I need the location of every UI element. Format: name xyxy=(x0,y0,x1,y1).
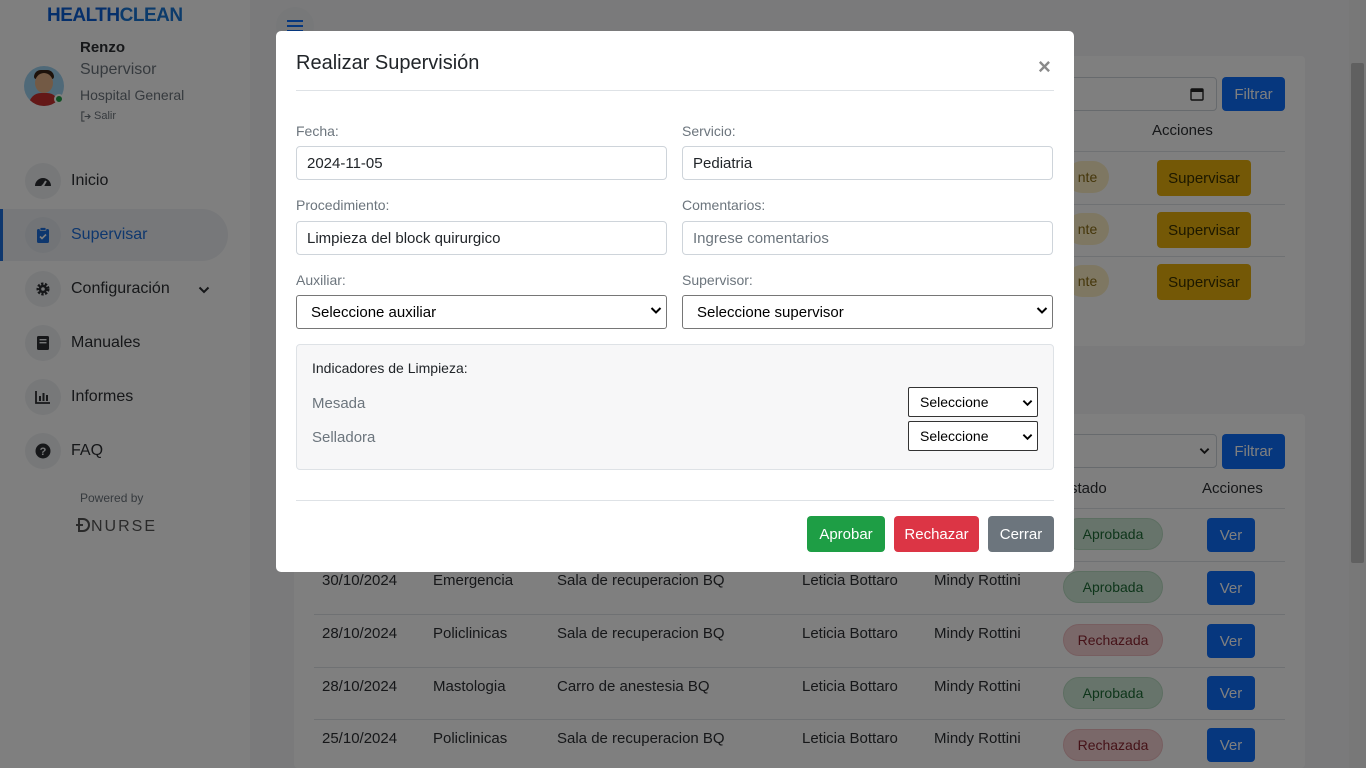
comentarios-label: Comentarios: xyxy=(682,197,766,213)
chevron-down-icon xyxy=(1022,400,1033,407)
procedimiento-field[interactable]: Limpieza del block quirurgico xyxy=(296,221,667,255)
supervisor-select[interactable]: Seleccione supervisor xyxy=(682,295,1053,329)
modal-footer-divider xyxy=(296,500,1054,501)
supervision-modal: Realizar Supervisión × Fecha: 2024-11-05… xyxy=(276,31,1074,572)
auxiliar-select-value: Seleccione auxiliar xyxy=(311,303,437,321)
indicator-select-selladora[interactable]: Seleccione xyxy=(908,421,1038,451)
close-icon[interactable]: × xyxy=(1038,56,1051,78)
cleaning-indicators-panel: Indicadores de Limpieza: Mesada Seleccio… xyxy=(296,344,1054,470)
reject-button[interactable]: Rechazar xyxy=(894,516,979,552)
indicator-label-mesada: Mesada xyxy=(312,395,366,412)
supervisor-label: Supervisor: xyxy=(682,272,753,288)
auxiliar-select[interactable]: Seleccione auxiliar xyxy=(296,295,667,329)
chevron-down-icon xyxy=(1022,434,1033,441)
modal-title: Realizar Supervisión xyxy=(296,52,480,74)
approve-button[interactable]: Aprobar xyxy=(807,516,885,552)
indicator-label-selladora: Selladora xyxy=(312,429,376,446)
indicator-select-mesada[interactable]: Seleccione xyxy=(908,387,1038,417)
chevron-down-icon xyxy=(1036,307,1048,314)
procedimiento-label: Procedimiento: xyxy=(296,197,390,213)
auxiliar-label: Auxiliar: xyxy=(296,272,346,288)
modal-header-divider xyxy=(296,90,1054,91)
indicator-select-value: Seleccione xyxy=(920,428,989,444)
supervisor-select-value: Seleccione supervisor xyxy=(697,303,844,321)
comentarios-input[interactable]: Ingrese comentarios xyxy=(682,221,1053,255)
close-button[interactable]: Cerrar xyxy=(988,516,1054,552)
fecha-label: Fecha: xyxy=(296,123,339,139)
indicator-select-value: Seleccione xyxy=(920,394,989,410)
servicio-label: Servicio: xyxy=(682,123,736,139)
servicio-field[interactable]: Pediatria xyxy=(682,146,1053,180)
indicators-title: Indicadores de Limpieza: xyxy=(312,360,468,376)
fecha-field[interactable]: 2024-11-05 xyxy=(296,146,667,180)
chevron-down-icon xyxy=(650,307,662,314)
